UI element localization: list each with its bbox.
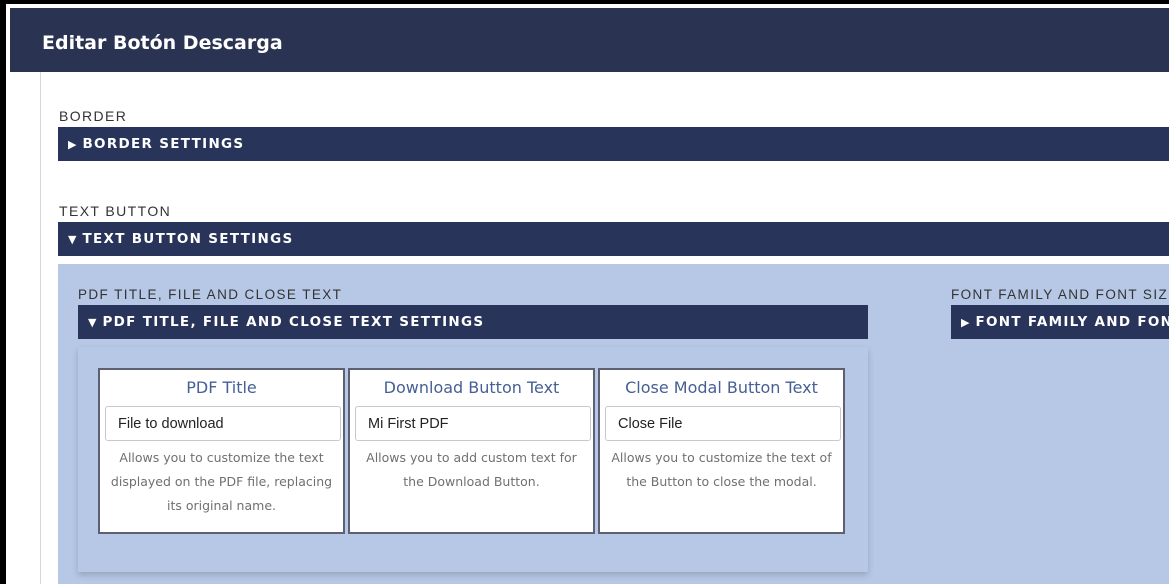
pdf-title-card: PDF Title Allows you to customize the te… — [98, 368, 345, 534]
close-modal-button-text-card: Close Modal Button Text Allows you to cu… — [598, 368, 845, 534]
text-button-settings-toggle[interactable]: ▼ TEXT BUTTON SETTINGS — [58, 222, 1169, 256]
border-settings-label: BORDER SETTINGS — [82, 136, 245, 152]
card-title: Close Modal Button Text — [625, 378, 818, 397]
triangle-down-icon: ▼ — [68, 232, 77, 246]
font-section-label: FONT FAMILY AND FONT SIZ — [951, 287, 1169, 302]
border-settings-toggle[interactable]: ▶ BORDER SETTINGS — [58, 127, 1169, 161]
sidebar-divider — [40, 72, 41, 584]
download-button-text-card: Download Button Text Allows you to add c… — [348, 368, 595, 534]
text-button-section-label: TEXT BUTTON — [59, 203, 172, 219]
card-title: Download Button Text — [383, 378, 560, 397]
card-help-text: Allows you to add custom text for the Do… — [366, 450, 577, 489]
pdf-settings-toggle[interactable]: ▼ PDF TITLE, FILE AND CLOSE TEXT SETTING… — [78, 305, 868, 339]
triangle-right-icon: ▶ — [961, 315, 970, 329]
triangle-right-icon: ▶ — [68, 137, 77, 151]
font-settings-toggle[interactable]: ▶ FONT FAMILY AND FONT — [951, 305, 1169, 339]
pdf-settings-label: PDF TITLE, FILE AND CLOSE TEXT SETTINGS — [102, 314, 485, 330]
border-section-label: BORDER — [59, 108, 128, 124]
card-help-text: Allows you to customize the text display… — [110, 450, 333, 513]
pdf-title-input[interactable] — [105, 406, 341, 441]
card-help-text: Allows you to customize the text of the … — [611, 450, 832, 489]
edit-window: Editar Botón Descarga BORDER ▶ BORDER SE… — [6, 4, 1169, 584]
header-bar: Editar Botón Descarga — [10, 8, 1169, 72]
card-title: PDF Title — [186, 378, 257, 397]
page-title: Editar Botón Descarga — [42, 32, 283, 54]
triangle-down-icon: ▼ — [88, 315, 97, 329]
text-button-settings-label: TEXT BUTTON SETTINGS — [82, 231, 294, 247]
download-button-text-input[interactable] — [355, 406, 591, 441]
pdf-section-label: PDF TITLE, FILE AND CLOSE TEXT — [78, 287, 343, 302]
font-settings-label: FONT FAMILY AND FONT — [975, 314, 1169, 330]
close-modal-button-text-input[interactable] — [605, 406, 841, 441]
